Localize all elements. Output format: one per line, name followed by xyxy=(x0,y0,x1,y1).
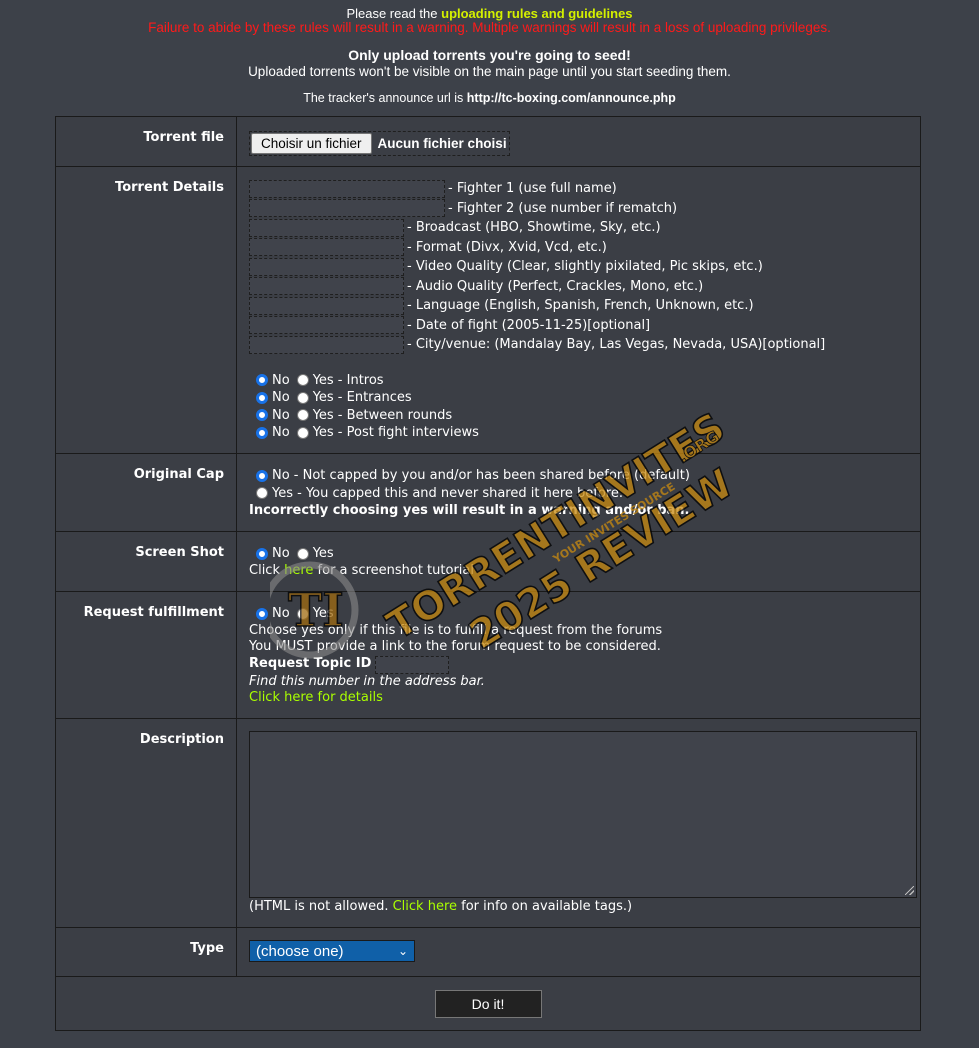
screenshot-tutorial-link[interactable]: here xyxy=(284,563,313,578)
entrances-yes-radio[interactable] xyxy=(296,391,309,404)
row-torrent-details: Torrent Details - Fighter 1 (use full na… xyxy=(56,167,920,454)
seed-title: Only upload torrents you're going to see… xyxy=(348,47,631,63)
description-note: (HTML is not allowed. Click here for inf… xyxy=(249,899,633,914)
screen-shot-label: Screen Shot xyxy=(56,532,237,591)
file-input[interactable]: Choisir un fichier Aucun fichier choisi xyxy=(249,131,510,156)
row-original-cap: Original Cap No - Not capped by you and/… xyxy=(56,454,920,532)
language-input[interactable] xyxy=(249,296,404,315)
topic-id-input[interactable] xyxy=(375,655,450,674)
fighter1-input[interactable] xyxy=(249,179,445,198)
resize-grip-icon[interactable] xyxy=(905,886,914,895)
row-submit: Do it! xyxy=(56,977,920,1030)
interviews-yes-radio[interactable] xyxy=(296,426,309,439)
type-label: Type xyxy=(56,928,237,976)
row-request: Request fulfillment No Yes Choose yes on… xyxy=(56,592,920,719)
screenshot-help: Click here for a screenshot tutorial xyxy=(249,562,474,578)
entrances-no-radio[interactable] xyxy=(256,391,268,404)
intros-yes-radio[interactable] xyxy=(296,374,309,387)
announce-url-line: The tracker's announce url is http://tc-… xyxy=(303,91,676,105)
entrances-option: No Yes - Entrances xyxy=(249,389,908,407)
request-details-link[interactable]: Click here for details xyxy=(249,690,383,705)
tags-info-link[interactable]: Click here xyxy=(393,899,457,914)
upload-form: Torrent file Choisir un fichier Aucun fi… xyxy=(55,116,921,1031)
broadcast-input[interactable] xyxy=(249,218,404,237)
rounds-option: No Yes - Between rounds xyxy=(249,407,908,425)
file-status: Aucun fichier choisi xyxy=(377,136,507,151)
chevron-down-icon: ⌄ xyxy=(397,944,408,958)
row-type: Type (choose one) ⌄ xyxy=(56,928,920,977)
cap-yes-radio[interactable] xyxy=(256,487,268,500)
type-select[interactable]: (choose one) ⌄ xyxy=(249,940,415,962)
screenshot-no-radio[interactable] xyxy=(256,547,268,560)
description-label: Description xyxy=(56,719,237,927)
torrent-file-label: Torrent file xyxy=(56,117,237,166)
request-yes-radio[interactable] xyxy=(296,607,309,620)
request-line2: You MUST provide a link to the forum req… xyxy=(249,639,661,654)
row-description: Description (HTML is not allowed. Click … xyxy=(56,719,920,928)
warning-text: Failure to abide by these rules will res… xyxy=(148,20,831,35)
seed-subtitle: Uploaded torrents won't be visible on th… xyxy=(248,64,731,79)
format-input[interactable] xyxy=(249,238,404,257)
topic-id-label: Request Topic ID xyxy=(249,656,372,672)
interviews-option: No Yes - Post fight interviews xyxy=(249,424,908,442)
request-no-radio[interactable] xyxy=(256,607,268,620)
fighter2-input[interactable] xyxy=(249,199,445,218)
rounds-no-radio[interactable] xyxy=(256,409,268,422)
request-line1: Choose yes only if this file is to fulfi… xyxy=(249,622,663,638)
description-textarea[interactable] xyxy=(249,731,917,898)
rules-link[interactable]: uploading rules and guidelines xyxy=(441,6,632,21)
original-cap-label: Original Cap xyxy=(56,454,237,531)
cap-warning: Incorrectly choosing yes will result in … xyxy=(249,503,690,518)
screenshot-yes-radio[interactable] xyxy=(296,547,309,560)
audio-quality-input[interactable] xyxy=(249,277,404,296)
video-quality-input[interactable] xyxy=(249,257,404,276)
choose-file-button[interactable]: Choisir un fichier xyxy=(251,133,372,154)
announce-url: http://tc-boxing.com/announce.php xyxy=(466,91,676,105)
torrent-details-label: Torrent Details xyxy=(56,167,237,453)
rules-notice: Please read the uploading rules and guid… xyxy=(346,6,633,21)
topic-id-hint: Find this number in the address bar. xyxy=(249,673,485,689)
cap-no-radio[interactable] xyxy=(256,469,268,482)
request-label: Request fulfillment xyxy=(56,592,237,718)
row-screen-shot: Screen Shot No Yes Click here for a scre… xyxy=(56,532,920,592)
row-torrent-file: Torrent file Choisir un fichier Aucun fi… xyxy=(56,117,920,167)
venue-input[interactable] xyxy=(249,335,404,354)
intros-no-radio[interactable] xyxy=(256,374,268,387)
rounds-yes-radio[interactable] xyxy=(296,409,309,422)
submit-button[interactable]: Do it! xyxy=(434,989,542,1018)
intros-option: No Yes - Intros xyxy=(249,372,908,390)
date-input[interactable] xyxy=(249,316,404,335)
interviews-no-radio[interactable] xyxy=(256,426,268,439)
